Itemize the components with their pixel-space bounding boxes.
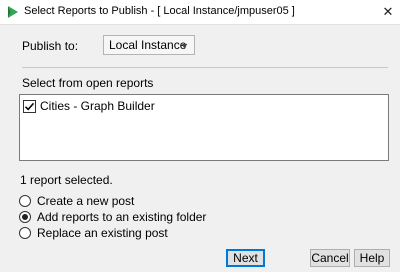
open-reports-label: Select from open reports xyxy=(22,76,154,90)
publish-to-value: Local Instance xyxy=(109,38,187,52)
publish-to-label: Publish to: xyxy=(22,39,79,53)
radio-label: Create a new post xyxy=(37,194,135,208)
checkmark-icon xyxy=(24,102,35,111)
help-button[interactable]: Help xyxy=(354,249,390,267)
list-item[interactable]: Cities - Graph Builder xyxy=(23,99,155,113)
divider xyxy=(22,67,388,68)
radio-button[interactable] xyxy=(19,227,31,239)
chevron-down-icon: ▼ xyxy=(180,41,189,51)
dialog-window: Select Reports to Publish - [ Local Inst… xyxy=(0,0,400,272)
next-button[interactable]: Next xyxy=(226,249,265,267)
report-checkbox[interactable] xyxy=(23,99,36,113)
close-window-button[interactable]: ✕ xyxy=(376,0,400,25)
radio-button[interactable] xyxy=(19,195,31,207)
jmp-app-icon xyxy=(6,5,20,19)
selection-status: 1 report selected. xyxy=(20,173,113,187)
publish-to-dropdown[interactable]: Local Instance ▼ xyxy=(103,35,195,55)
radio-add-to-existing-folder[interactable]: Add reports to an existing folder xyxy=(19,210,206,224)
radio-button[interactable] xyxy=(19,211,31,223)
radio-label: Replace an existing post xyxy=(37,226,168,240)
radio-create-new-post[interactable]: Create a new post xyxy=(19,194,134,208)
cancel-button[interactable]: Cancel xyxy=(310,249,350,267)
window-title: Select Reports to Publish - [ Local Inst… xyxy=(24,5,295,17)
report-item-label: Cities - Graph Builder xyxy=(40,99,155,113)
radio-replace-existing-post[interactable]: Replace an existing post xyxy=(19,226,168,240)
title-bar: Select Reports to Publish - [ Local Inst… xyxy=(0,0,400,25)
radio-label: Add reports to an existing folder xyxy=(37,210,207,224)
open-reports-list[interactable]: Cities - Graph Builder xyxy=(19,94,389,161)
